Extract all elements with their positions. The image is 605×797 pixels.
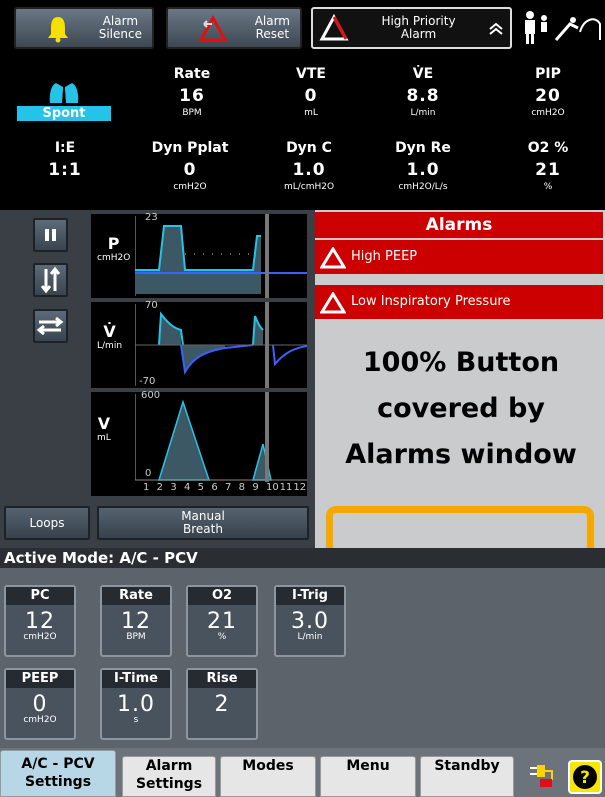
setting-i-time[interactable]: I-Time 1.0 s (100, 668, 172, 740)
alarm-silence-button[interactable]: Alarm Silence (14, 7, 154, 49)
help-icon: ? (573, 765, 597, 789)
volume-waveform: 600 0 VmL 1 2 3 4 5 6 7 8 9 10 11 12 (91, 390, 307, 496)
spont-indicator: Spont (17, 106, 111, 121)
x-tick-label: 8 (238, 482, 246, 493)
high-priority-alarm-button[interactable]: High Priority Alarm (311, 7, 512, 49)
scale-vertical-button[interactable] (33, 263, 68, 297)
tab-standby[interactable]: Standby (420, 756, 514, 797)
bell-icon (48, 17, 68, 43)
lungs-icon (49, 79, 79, 103)
pressure-waveform: 23 0 PcmH2O (91, 212, 307, 298)
x-tick-label: 9 (252, 482, 259, 493)
setting-i-trig[interactable]: I-Trig 3.0 L/min (274, 585, 346, 657)
x-tick-label: 7 (225, 482, 232, 493)
tab-ac-pcv-settings[interactable]: A/C - PCV Settings (0, 750, 116, 797)
x-tick-label: 1 (143, 482, 150, 493)
x-tick-label: 12 (293, 482, 307, 493)
active-mode-label: Active Mode: A/C - PCV (0, 548, 605, 568)
setting-pc[interactable]: PC 12 cmH2O (4, 585, 76, 657)
x-tick-label: 5 (197, 482, 205, 493)
patient-icon (525, 11, 601, 44)
freeze-button[interactable] (33, 218, 68, 252)
x-tick-label: 4 (184, 482, 191, 493)
horizontal-arrows-icon (36, 316, 64, 336)
annotation-text: 100% Button covered by Alarms window (345, 347, 577, 470)
numeric-o2: O2 % 21% (527, 140, 569, 192)
setting-rate[interactable]: Rate 12 BPM (100, 585, 172, 657)
flow-waveform: 70 -70 V̇ L/min (91, 300, 307, 388)
x-axis-ticks: 1 2 3 4 5 6 7 8 9 10 11 12 (143, 482, 307, 496)
x-tick-label: 6 (211, 482, 218, 493)
warning-triangle-icon (320, 247, 346, 269)
alarm-reset-button[interactable]: Alarm Reset (166, 7, 302, 49)
numeric-dyn-c: Dyn C 1.0 mL/cmH2O (283, 140, 335, 192)
alarm-reset-icon (198, 14, 228, 42)
manual-breath-button[interactable]: Manual Breath (97, 506, 309, 540)
warning-triangle-icon (320, 292, 346, 314)
alarm-item-high-peep[interactable]: High PEEP (315, 240, 603, 274)
chevron-up-icon (489, 22, 503, 35)
numerics-panel: Spont Rate 16 BPM VTE 0 mL V̇E 8.8 L/min PIP 20… (0, 58, 605, 210)
alarm-item-low-inspiratory-pressure[interactable]: Low Inspiratory Pressure (315, 285, 603, 319)
numeric-rate: Rate 16 BPM (173, 66, 211, 118)
numeric-vte: VTE 0 mL (296, 66, 326, 118)
vertical-arrows-icon (40, 266, 61, 294)
x-tick-label: 10 (266, 482, 279, 493)
waveform-area: 23 0 PcmH2O 70 -70 V̇L/min (0, 210, 315, 548)
plug-icon (530, 765, 553, 787)
pause-icon (45, 229, 56, 241)
x-tick-label: 2 (156, 482, 164, 493)
help-button[interactable]: ? (568, 760, 602, 794)
setting-o2[interactable]: O2 21% (186, 585, 258, 657)
top-bar: Alarm Silence Alarm Reset High Priority Ala… (0, 0, 605, 58)
setting-rise[interactable]: Rise 2 (186, 668, 258, 740)
scale-horizontal-button[interactable] (33, 309, 68, 343)
loops-button[interactable]: Loops (4, 506, 90, 540)
tab-modes[interactable]: Modes (220, 756, 316, 797)
numeric-ie: I:E 1:1 (48, 140, 82, 180)
alarms-title: Alarms (315, 212, 603, 238)
x-tick-label: 3 (170, 482, 177, 493)
numeric-dyn-re: Dyn Re 1.0 cmH2O/L/s (395, 140, 451, 192)
tab-menu[interactable]: Menu (320, 756, 416, 797)
warning-triangle-icon (319, 14, 349, 41)
svg-text:?: ? (580, 768, 590, 788)
tab-alarm-settings[interactable]: Alarm Settings (122, 756, 216, 797)
numeric-pip: PIP 20 cmH2O (531, 66, 565, 118)
x-tick-label: 11 (279, 482, 293, 493)
numeric-ve: V̇E 8.8 L/min (406, 66, 440, 118)
numeric-dyn-pplat: Dyn Pplat 0 cmH2O (151, 140, 229, 192)
setting-peep[interactable]: PEEP 0 cmH2O (4, 668, 76, 740)
